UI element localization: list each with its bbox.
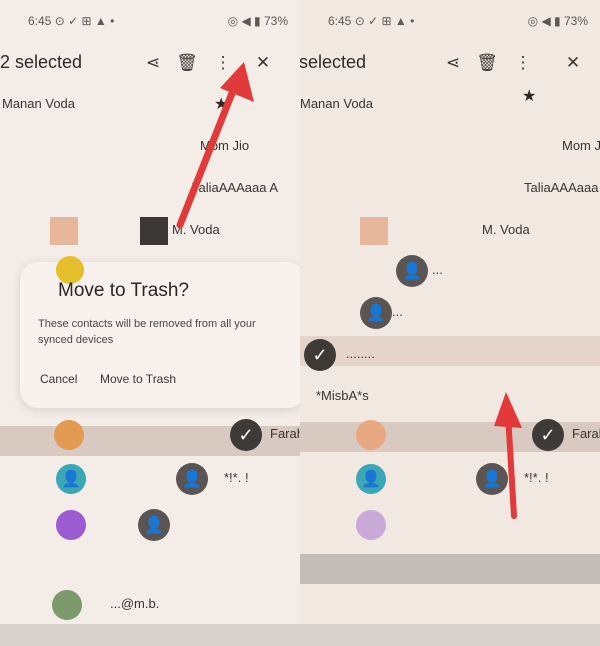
avatar: 👤 [56, 464, 86, 494]
list-item[interactable]: 👤 ... [300, 292, 600, 334]
move-to-trash-dialog: Move to Trash? These contacts will be re… [20, 256, 300, 408]
avatar [50, 217, 78, 245]
avatar [54, 420, 84, 450]
contact-name: *MisbA*s [316, 388, 369, 403]
contact-name: Farah [270, 426, 300, 441]
list-item[interactable]: TaliaAAAaaa A [300, 168, 600, 210]
avatar [356, 510, 386, 540]
contact-name: *!*. ! [224, 470, 249, 485]
right-screen: 6:45 ⊙ ✓ ⊞ ▲ • ◎ ◀ ▮ 73% 2 selected ⋖ 🗑 … [300, 0, 600, 646]
status-right: ◎ ◀ ▮ 73% [227, 14, 288, 28]
list-item[interactable]: *MisbA*s [300, 376, 600, 418]
contact-name: ...@m.b. [110, 596, 160, 611]
person-icon: 👤 [138, 509, 170, 541]
list-item[interactable]: ...@m.b. [0, 584, 300, 626]
contact-name: ... [432, 262, 443, 277]
status-left: 6:45 ⊙ ✓ ⊞ ▲ • [28, 14, 115, 28]
avatar [56, 510, 86, 540]
left-screen: 6:45 ⊙ ✓ ⊞ ▲ • ◎ ◀ ▮ 73% 2 selected ⋖ 🗑 … [0, 0, 300, 646]
list-item[interactable] [300, 504, 600, 546]
list-item[interactable]: 👤 ... [300, 250, 600, 292]
selection-title: 2 selected [300, 52, 367, 72]
dialog-title: Move to Trash? [58, 280, 189, 301]
share-icon[interactable]: ⋖ [442, 52, 464, 74]
list-item[interactable]: M. Voda [300, 210, 600, 252]
row-highlight [300, 554, 600, 584]
list-item[interactable]: ✓ ........ [300, 334, 600, 376]
star-icon: ★ [522, 88, 537, 105]
contact-name: Farah * [572, 426, 600, 441]
contact-name: TaliaAAAaaa A [524, 180, 600, 195]
contact-name: Mom Jio [562, 138, 600, 153]
person-icon: 👤 [360, 297, 392, 329]
status-bar: 6:45 ⊙ ✓ ⊞ ▲ • ◎ ◀ ▮ 73% [0, 0, 300, 40]
close-icon[interactable]: ✕ [562, 52, 584, 74]
contact-name: ... [392, 304, 403, 319]
check-icon: ✓ [532, 419, 564, 451]
avatar: 👤 [356, 464, 386, 494]
list-item[interactable]: Mom Jio [300, 126, 600, 168]
avatar [360, 217, 388, 245]
person-icon: 👤 [176, 463, 208, 495]
check-icon: ✓ [230, 419, 262, 451]
person-icon: 👤 [396, 255, 428, 287]
row-highlight [300, 624, 600, 646]
list-item[interactable]: 👤 👤 *!*. ! [0, 458, 300, 500]
check-icon: ✓ [304, 339, 336, 371]
move-to-trash-button[interactable]: Move to Trash [100, 372, 176, 386]
status-left: 6:45 ⊙ ✓ ⊞ ▲ • [328, 14, 415, 28]
contact-name: Manan Voda [300, 96, 374, 111]
list-item[interactable]: ✓ Farah * [300, 414, 600, 456]
list-item[interactable]: Manan Voda ★ [300, 84, 600, 126]
contact-name: ........ [346, 346, 375, 361]
status-bar: 6:45 ⊙ ✓ ⊞ ▲ • ◎ ◀ ▮ 73% [300, 0, 600, 40]
more-vert-icon[interactable]: ⋮ [512, 52, 534, 74]
pointer-arrow [494, 392, 522, 519]
avatar [356, 420, 386, 450]
pointer-arrow [176, 62, 254, 229]
dialog-body: These contacts will be removed from all … [38, 318, 256, 346]
avatar [52, 590, 82, 620]
list-item[interactable]: ✓ Farah [0, 414, 300, 456]
contact-name: M. Voda [482, 222, 530, 237]
contact-name: Manan Voda [2, 96, 76, 111]
selection-bar: 2 selected ⋖ 🗑 ⋮ ✕ [300, 44, 600, 84]
trash-icon[interactable]: 🗑 [476, 52, 498, 74]
list-item[interactable]: 👤 👤 *!*. ! [300, 458, 600, 500]
list-item[interactable]: 👤 [0, 504, 300, 546]
row-highlight [0, 624, 300, 646]
selection-title: 2 selected [0, 52, 83, 72]
status-right: ◎ ◀ ▮ 73% [527, 14, 588, 28]
cancel-button[interactable]: Cancel [40, 372, 77, 386]
